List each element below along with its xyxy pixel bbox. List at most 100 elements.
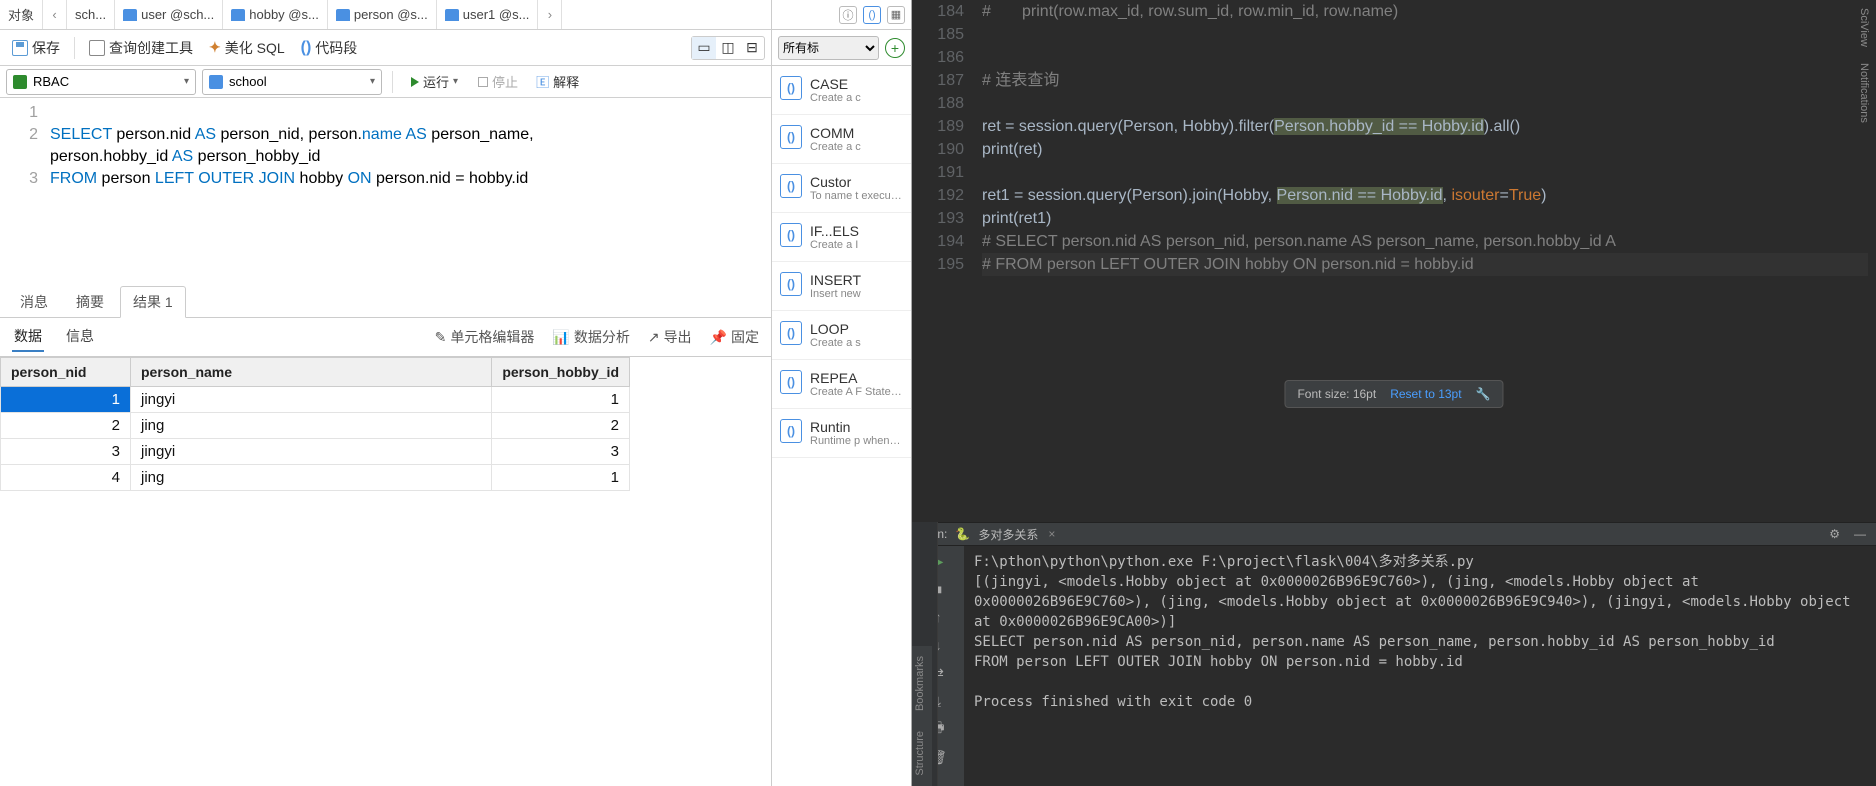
tab-user[interactable]: user @sch... [115,0,223,29]
snippet-item[interactable]: ()CASECreate a c [772,66,911,115]
snippet-item[interactable]: ()COMMCreate a c [772,115,911,164]
table-row[interactable]: 2jing2 [1,413,630,439]
reset-font-link[interactable]: Reset to 13pt [1390,387,1461,401]
snippet-item[interactable]: ()IF...ELSCreate a I [772,213,911,262]
tab-hobby[interactable]: hobby @s... [223,0,328,29]
explain-button[interactable]: 🄴解释 [530,70,585,93]
beautify-button[interactable]: ✦美化 SQL [203,34,291,62]
tab-sch[interactable]: sch... [67,0,115,29]
tab-summary[interactable]: 摘要 [64,287,116,317]
snippet-item[interactable]: ()INSERTInsert new [772,262,911,311]
snippet-item[interactable]: ()LOOPCreate a s [772,311,911,360]
snippet-icon: () [780,321,802,345]
table-icon [445,9,459,21]
stop-button: 停止 [472,70,524,93]
add-snippet-button[interactable]: + [885,38,905,58]
snippet-item[interactable]: ()RuntinRuntime p when the Navicat b you… [772,409,911,458]
view-split-v[interactable]: ⊟ [740,37,764,59]
sciview-tab[interactable]: SciView [1856,0,1872,55]
snippet-filter-row: 所有标 + [772,30,911,66]
snippet-icon: () [780,223,802,247]
save-icon [12,40,28,56]
snippet-filter[interactable]: 所有标 [778,36,879,60]
sql-gutter: 123 [0,102,50,284]
export-button[interactable]: ↗ 导出 [648,327,692,347]
sql-editor[interactable]: 123 SELECT person.nid AS person_nid, per… [0,98,771,288]
result-grid[interactable]: person_nid person_name person_hobby_id 1… [0,356,771,786]
tab-nav-prev[interactable]: ‹ [43,0,67,29]
sql-toolbar: 保存 查询创建工具 ✦美化 SQL ()代码段 ▭ ◫ ⊟ [0,30,771,66]
run-button[interactable]: 运行▾ [403,70,466,93]
snippet-pane: ⓘ () ▦ 所有标 + ()CASECreate a c()COMMCreat… [772,0,912,786]
snippet-button[interactable]: ()代码段 [295,34,364,62]
snippet-icon: () [780,370,802,394]
tab-messages[interactable]: 消息 [8,287,60,317]
console-output[interactable]: F:\pthon\python\python.exe F:\project\fl… [964,546,1876,786]
pin-button[interactable]: 📌 固定 [710,327,759,347]
play-icon [411,77,419,87]
snippet-icon: () [780,272,802,296]
table-row[interactable]: 4jing1 [1,465,630,491]
snippet-list[interactable]: ()CASECreate a c()COMMCreate a c()Custor… [772,66,911,786]
snippet-icon: () [780,174,802,198]
table-row[interactable]: 1jingyi1 [1,387,630,413]
col-person-name[interactable]: person_name [131,358,492,387]
connection-select[interactable]: RBAC▾ [6,69,196,95]
tab-result1[interactable]: 结果 1 [120,286,186,318]
connection-icon [13,75,27,89]
code-content[interactable]: # print(row.max_id, row.sum_id, row.min_… [982,0,1876,522]
analyze-button[interactable]: 📊 数据分析 [552,327,629,347]
minimize-icon[interactable]: — [1854,527,1866,541]
database-icon [209,75,223,89]
table-header-row: person_nid person_name person_hobby_id [1,358,630,387]
stop-icon [478,77,488,87]
magic-icon: ✦ [209,39,221,56]
view-single[interactable]: ▭ [692,37,716,59]
python-file-icon: 🐍 [955,527,970,541]
col-person-nid[interactable]: person_nid [1,358,131,387]
table-row[interactable]: 3jingyi3 [1,439,630,465]
wrench-icon[interactable]: 🔧 [1476,387,1491,401]
navicat-pane: 对象 ‹ sch... user @sch... hobby @s... per… [0,0,772,786]
snippet-header: ⓘ () ▦ [772,0,911,30]
cell-editor-button[interactable]: ✎ 单元格编辑器 [435,327,535,347]
snippet-item[interactable]: ()CustorTo name t executing [772,164,911,213]
paren-icon[interactable]: () [863,6,881,24]
tab-objects[interactable]: 对象 [0,0,43,29]
table-icon [336,9,350,21]
python-editor[interactable]: 184185186187188189190191192193194195 # p… [912,0,1876,522]
builder-icon [89,40,105,56]
separator [392,71,393,93]
left-side-tabs: Bookmarks Structure [912,646,932,786]
save-button[interactable]: 保存 [6,34,66,62]
snippet-icon: () [780,125,802,149]
col-person-hobby-id[interactable]: person_hobby_id [492,358,630,387]
schema-select[interactable]: school▾ [202,69,382,95]
separator [74,37,75,59]
run-config-name[interactable]: 多对多关系 [978,526,1038,543]
right-side-tabs: SciView Notifications [1856,0,1876,131]
subtab-info[interactable]: 信息 [64,322,96,352]
snippet-icon: () [780,76,802,100]
line-numbers: 184185186187188189190191192193194195 [912,0,982,522]
tab-user1[interactable]: user1 @s... [437,0,539,29]
structure-tab[interactable]: Structure [912,721,928,786]
table-icon [231,9,245,21]
view-split-h[interactable]: ◫ [716,37,740,59]
bookmarks-tab[interactable]: Bookmarks [912,646,928,721]
query-builder-button[interactable]: 查询创建工具 [83,34,199,62]
db-selector-row: RBAC▾ school▾ 运行▾ 停止 🄴解释 [0,66,771,98]
tab-nav-next[interactable]: › [538,0,562,29]
table-icon [123,9,137,21]
sql-code[interactable]: SELECT person.nid AS person_nid, person.… [50,102,771,284]
subtab-data[interactable]: 数据 [12,322,44,352]
chevron-down-icon: ▾ [184,76,189,87]
tab-person[interactable]: person @s... [328,0,437,29]
gear-icon[interactable]: ⚙ [1829,527,1840,541]
result-tabs: 消息 摘要 结果 1 [0,288,771,318]
notifications-tab[interactable]: Notifications [1856,55,1872,131]
close-icon[interactable]: × [1048,527,1055,541]
info-icon[interactable]: ⓘ [839,6,857,24]
grid-icon[interactable]: ▦ [887,6,905,24]
snippet-item[interactable]: ()REPEACreate A F Statement search_co [772,360,911,409]
